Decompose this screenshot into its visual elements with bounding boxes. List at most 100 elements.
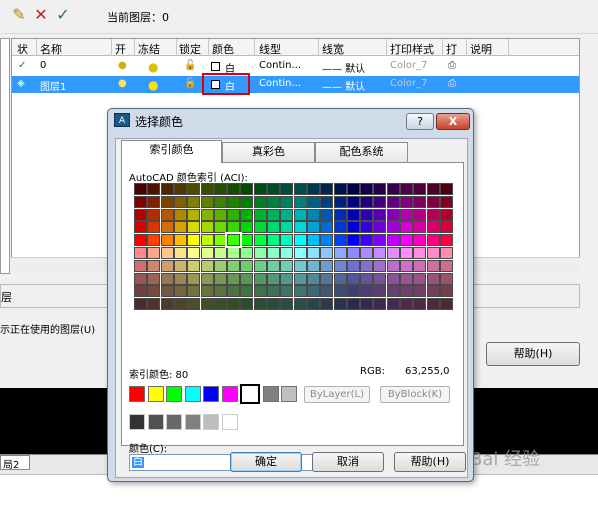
aci-swatch[interactable] xyxy=(187,183,201,195)
aci-swatch[interactable] xyxy=(280,234,294,247)
aci-swatch[interactable] xyxy=(200,272,214,285)
aci-swatch[interactable] xyxy=(280,221,294,234)
aci-swatch[interactable] xyxy=(160,285,174,298)
aci-swatch[interactable] xyxy=(280,247,294,259)
aci-swatch[interactable] xyxy=(187,247,201,259)
aci-swatch[interactable] xyxy=(346,234,360,247)
aci-swatch[interactable] xyxy=(320,183,334,195)
aci-swatch[interactable] xyxy=(293,285,307,298)
sun-thaw-icon[interactable]: ● xyxy=(148,78,158,92)
aci-swatch[interactable] xyxy=(426,234,440,247)
aci-swatch[interactable] xyxy=(426,208,440,221)
aci-swatch[interactable] xyxy=(267,208,280,221)
aci-swatch[interactable] xyxy=(213,247,227,259)
close-button[interactable]: X xyxy=(436,113,470,130)
aci-swatch[interactable] xyxy=(267,183,280,195)
aci-swatch[interactable] xyxy=(306,259,320,272)
aci-swatch[interactable] xyxy=(134,221,147,234)
aci-swatch[interactable] xyxy=(346,285,360,298)
aci-swatch[interactable] xyxy=(280,272,294,285)
aci-swatch[interactable] xyxy=(160,208,174,221)
aci-swatch[interactable] xyxy=(333,221,347,234)
aci-swatch[interactable] xyxy=(147,183,161,195)
standard-color-swatch[interactable] xyxy=(240,384,260,404)
aci-swatch[interactable] xyxy=(413,234,427,247)
aci-swatch[interactable] xyxy=(400,195,413,208)
layout-tab[interactable]: 局2 xyxy=(0,455,30,471)
aci-swatch[interactable] xyxy=(333,208,347,221)
aci-swatch[interactable] xyxy=(386,183,400,195)
aci-swatch[interactable] xyxy=(400,272,413,285)
aci-swatch[interactable] xyxy=(293,208,307,221)
aci-swatch[interactable] xyxy=(400,259,413,272)
aci-swatch[interactable] xyxy=(187,234,201,247)
aci-swatch[interactable] xyxy=(147,272,161,285)
aci-swatch[interactable] xyxy=(173,272,187,285)
aci-swatch[interactable] xyxy=(227,285,241,298)
aci-swatch[interactable] xyxy=(213,208,227,221)
aci-swatch[interactable] xyxy=(426,221,440,234)
layer-name[interactable]: 0 xyxy=(40,60,46,71)
aci-swatch[interactable] xyxy=(147,247,161,259)
col-on[interactable]: 开 xyxy=(115,41,126,57)
aci-swatch[interactable] xyxy=(373,272,387,285)
aci-swatch[interactable] xyxy=(200,195,214,208)
help-question-button[interactable]: ? xyxy=(406,113,434,130)
aci-swatch[interactable] xyxy=(346,259,360,272)
layer-help-button[interactable]: 帮助(H) xyxy=(486,342,580,366)
aci-swatch[interactable] xyxy=(413,259,427,272)
aci-swatch[interactable] xyxy=(360,298,374,311)
aci-swatch[interactable] xyxy=(240,221,254,234)
aci-swatch[interactable] xyxy=(373,259,387,272)
aci-swatch[interactable] xyxy=(253,183,267,195)
aci-swatch[interactable] xyxy=(267,285,280,298)
aci-swatch[interactable] xyxy=(386,285,400,298)
aci-swatch[interactable] xyxy=(439,195,453,208)
aci-swatch[interactable] xyxy=(293,221,307,234)
aci-swatch[interactable] xyxy=(213,234,227,247)
gray-color-swatch[interactable] xyxy=(184,414,201,430)
aci-swatch[interactable] xyxy=(267,234,280,247)
table-row[interactable]: ◈ 图层1 ● ● 🔓 白 Contin... —— 默认 Color_7 ⎙ xyxy=(12,76,579,93)
standard-color-swatch[interactable] xyxy=(166,386,182,402)
standard-color-swatch[interactable] xyxy=(221,386,238,402)
aci-swatch[interactable] xyxy=(320,298,334,311)
aci-swatch[interactable] xyxy=(426,259,440,272)
aci-swatch[interactable] xyxy=(439,259,453,272)
aci-swatch[interactable] xyxy=(187,298,201,311)
aci-swatch[interactable] xyxy=(240,259,254,272)
aci-swatch[interactable] xyxy=(187,272,201,285)
aci-swatch[interactable] xyxy=(147,259,161,272)
table-row[interactable]: ✓ 0 ● ● 🔓 白 Contin... —— 默认 Color_7 ⎙ xyxy=(12,58,579,75)
aci-swatch[interactable] xyxy=(200,208,214,221)
aci-swatch[interactable] xyxy=(147,195,161,208)
aci-swatch[interactable] xyxy=(240,285,254,298)
aci-swatch[interactable] xyxy=(333,183,347,195)
aci-swatch[interactable] xyxy=(280,298,294,311)
aci-swatch[interactable] xyxy=(306,298,320,311)
aci-swatch[interactable] xyxy=(333,195,347,208)
aci-swatch[interactable] xyxy=(134,234,147,247)
aci-swatch[interactable] xyxy=(373,208,387,221)
aci-swatch[interactable] xyxy=(173,183,187,195)
aci-swatch[interactable] xyxy=(134,195,147,208)
aci-swatch[interactable] xyxy=(240,183,254,195)
aci-swatch[interactable] xyxy=(213,285,227,298)
aci-swatch[interactable] xyxy=(240,195,254,208)
aci-swatch[interactable] xyxy=(400,221,413,234)
aci-swatch[interactable] xyxy=(160,221,174,234)
aci-swatch[interactable] xyxy=(227,195,241,208)
aci-swatch[interactable] xyxy=(386,234,400,247)
aci-swatch[interactable] xyxy=(386,298,400,311)
aci-swatch[interactable] xyxy=(240,234,254,247)
aci-swatch[interactable] xyxy=(320,221,334,234)
aci-swatch[interactable] xyxy=(173,285,187,298)
aci-swatch[interactable] xyxy=(400,183,413,195)
aci-swatch[interactable] xyxy=(253,247,267,259)
col-lock[interactable]: 锁定 xyxy=(179,41,201,57)
aci-swatch[interactable] xyxy=(267,298,280,311)
gray-color-swatch[interactable] xyxy=(166,414,182,430)
aci-swatch[interactable] xyxy=(200,259,214,272)
gray-color-swatch[interactable] xyxy=(147,414,164,430)
aci-swatch[interactable] xyxy=(373,183,387,195)
